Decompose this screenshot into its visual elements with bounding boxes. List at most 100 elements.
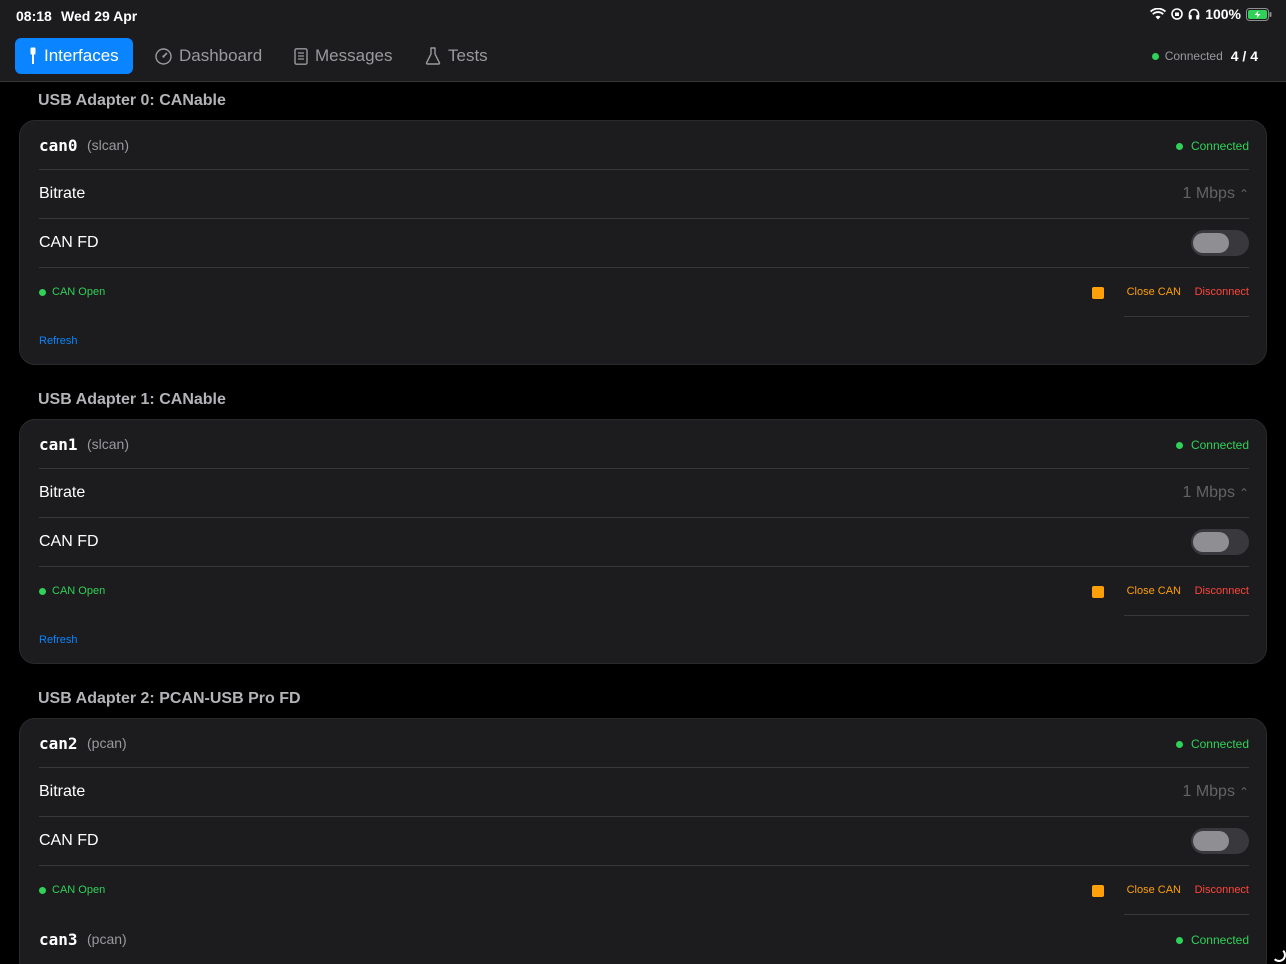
bitrate-value: 1 Mbps [1182,484,1235,501]
refresh-row: Refresh [39,616,1249,665]
interface-name: can1 [39,435,78,454]
tab-messages[interactable]: Messages [294,38,392,74]
interface-driver: (pcan) [87,735,127,751]
canfd-row: CAN FD [39,518,1249,567]
loading-spinner-icon [1272,948,1286,962]
can-open-dot-icon [39,587,46,595]
orientation-lock-icon [1171,8,1183,20]
refresh-button[interactable]: Refresh [39,634,78,646]
bitrate-label: Bitrate [39,783,86,800]
interface-name: can2 [39,734,78,753]
bitrate-label: Bitrate [39,484,86,501]
connected-dot-icon [1175,936,1183,944]
chevron-updown-icon: ⌃ [1238,486,1249,500]
can-open-status: CAN Open [39,286,105,298]
interface-header-row: can1 (slcan) Connected [39,420,1249,469]
interface-name: can3 [39,930,78,949]
tab-label: Messages [315,46,393,65]
can-open-label: CAN Open [52,286,106,298]
tab-label: Tests [448,46,488,65]
adapter-0-title: USB Adapter 0: CANable [38,92,226,109]
canfd-toggle[interactable] [1191,828,1249,854]
chevron-updown-icon: ⌃ [1238,785,1249,799]
canfd-label: CAN FD [39,832,99,849]
can-control-row: CAN Open Close CAN Disconnect [39,567,1249,616]
tab-label: Interfaces [44,46,119,65]
flask-icon [425,47,441,65]
connection-summary: Connected 4 / 4 [1151,48,1258,64]
interface-status: Connected [1175,139,1249,153]
can-open-dot-icon [39,288,46,296]
top-nav-bar: Interfaces Dashboard Messages Tests Conn… [0,32,1286,82]
bitrate-picker[interactable]: 1 Mbps ⌃ [1182,484,1249,502]
interface-status: Connected [1175,933,1249,947]
interface-name: can0 [39,136,78,155]
tab-dashboard[interactable]: Dashboard [155,38,262,74]
toggle-knob [1193,233,1229,253]
connection-label: Connected [1164,49,1223,63]
bitrate-value: 1 Mbps [1182,185,1235,202]
stop-square-icon[interactable] [1092,885,1104,897]
battery-percent: 100% [1205,6,1241,22]
status-label: Connected [1190,933,1249,947]
status-bar: 08:18 Wed 29 Apr 100% [0,0,1286,32]
disconnect-button[interactable]: Disconnect [1195,884,1249,896]
interface-header-row: can0 (slcan) Connected [39,121,1249,170]
status-time: 08:18 [16,8,52,24]
refresh-button[interactable]: Refresh [39,335,78,347]
bitrate-row: Bitrate 1 Mbps ⌃ [39,768,1249,817]
connected-dot-icon [1175,441,1183,449]
interface-status: Connected [1175,438,1249,452]
connected-dot-icon [1151,52,1159,60]
adapter-0-card: can0 (slcan) Connected Bitrate 1 Mbps ⌃ … [19,120,1267,365]
toggle-knob [1193,532,1229,552]
interface-driver: (slcan) [87,436,130,452]
close-can-button[interactable]: Close CAN [1127,585,1181,597]
bitrate-row: Bitrate 1 Mbps ⌃ [39,469,1249,518]
status-date: Wed 29 Apr [61,8,138,24]
stop-square-icon[interactable] [1092,287,1104,299]
disconnect-button[interactable]: Disconnect [1195,286,1249,298]
tab-label: Dashboard [179,46,263,65]
connected-dot-icon [1175,142,1183,150]
canfd-toggle[interactable] [1191,529,1249,555]
refresh-row: Refresh [39,317,1249,366]
connection-count: 4 / 4 [1230,48,1258,64]
usb-plug-icon [30,47,36,64]
can-control-row: CAN Open Close CAN Disconnect [39,866,1249,915]
canfd-label: CAN FD [39,234,99,251]
interface-driver: (pcan) [87,931,127,947]
gauge-icon [155,47,172,65]
bitrate-picker[interactable]: 1 Mbps ⌃ [1182,783,1249,801]
toggle-knob [1193,831,1229,851]
can-open-status: CAN Open [39,884,105,896]
tab-tests[interactable]: Tests [425,38,488,74]
canfd-toggle[interactable] [1191,230,1249,256]
bitrate-row: Bitrate 1 Mbps ⌃ [39,170,1249,219]
adapter-1-title: USB Adapter 1: CANable [38,391,226,408]
status-label: Connected [1190,139,1249,153]
interface-header-row: can3 (pcan) Connected [39,915,1249,964]
tab-interfaces[interactable]: Interfaces [15,38,133,74]
adapter-2-title: USB Adapter 2: PCAN-USB Pro FD [38,690,301,707]
interface-status: Connected [1175,737,1249,751]
close-can-button[interactable]: Close CAN [1127,884,1181,896]
bitrate-picker[interactable]: 1 Mbps ⌃ [1182,185,1249,203]
status-label: Connected [1190,737,1249,751]
canfd-label: CAN FD [39,533,99,550]
disconnect-button[interactable]: Disconnect [1195,585,1249,597]
interface-driver: (slcan) [87,137,130,153]
bitrate-value: 1 Mbps [1182,783,1235,800]
chevron-updown-icon: ⌃ [1238,187,1249,201]
can-open-label: CAN Open [52,884,106,896]
wifi-icon [1150,8,1167,20]
close-can-button[interactable]: Close CAN [1127,286,1181,298]
document-icon [294,47,308,65]
can-control-row: CAN Open Close CAN Disconnect [39,268,1249,317]
interface-header-row: can2 (pcan) Connected [39,719,1249,768]
battery-charging-icon [1246,7,1272,21]
bitrate-label: Bitrate [39,185,86,202]
stop-square-icon[interactable] [1092,586,1104,598]
can-open-status: CAN Open [39,585,105,597]
status-indicators: 100% [1150,6,1272,22]
